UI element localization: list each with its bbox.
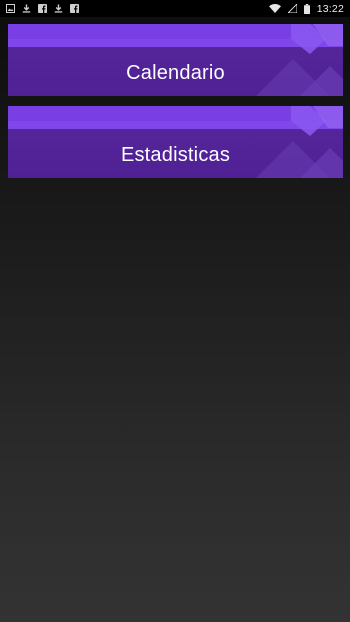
signal-icon (287, 4, 297, 13)
facebook-icon (70, 4, 79, 13)
calendario-button[interactable]: Calendario (8, 24, 343, 96)
estadisticas-button[interactable]: Estadisticas (8, 106, 343, 178)
system-icons: 13:22 (268, 2, 344, 15)
download-icon (22, 4, 31, 13)
estadisticas-label: Estadisticas (120, 144, 231, 166)
download-icon (54, 4, 63, 13)
wifi-icon (268, 4, 281, 13)
facebook-icon (38, 4, 47, 13)
status-time: 13:22 (316, 2, 344, 15)
status-bar: 13:22 (0, 0, 350, 17)
notification-icons (6, 4, 79, 13)
battery-icon (303, 3, 310, 14)
card-decoration (8, 106, 343, 178)
image-icon (6, 4, 15, 13)
calendario-label: Calendario (126, 62, 225, 84)
card-decoration (8, 24, 343, 96)
